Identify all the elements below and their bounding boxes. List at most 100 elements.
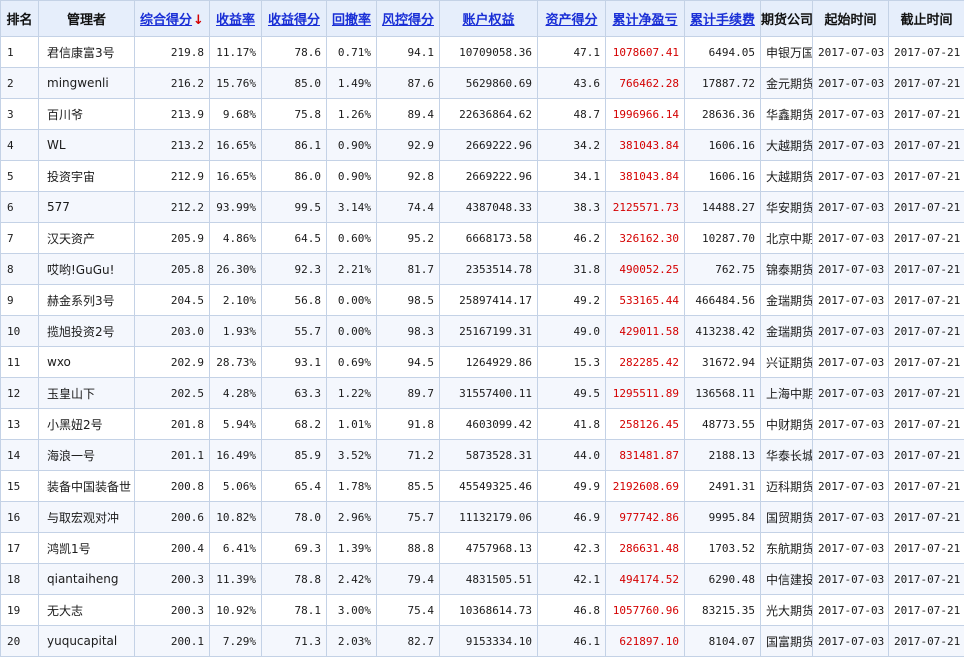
rank-cell: 15 <box>1 471 39 502</box>
equity-cell: 5629860.69 <box>440 68 538 99</box>
rank-cell: 19 <box>1 595 39 626</box>
rank-cell: 3 <box>1 99 39 130</box>
return-score-cell: 63.3 <box>262 378 327 409</box>
header-row: 排名 管理者 综合得分↓ 收益率 收益得分 回撤率 风控得分 账户权益 资产得分… <box>1 1 964 37</box>
return-rate-cell: 9.68% <box>210 99 262 130</box>
manager-link[interactable]: WL <box>39 130 135 161</box>
manager-link[interactable]: 装备中国装备世 <box>39 471 135 502</box>
risk-score-cell: 82.7 <box>377 626 440 657</box>
composite-score-cell: 202.5 <box>135 378 210 409</box>
company-cell: 东航期货 <box>761 533 813 564</box>
end-date-cell: 2017-07-21 <box>889 37 964 68</box>
equity-cell: 11132179.06 <box>440 502 538 533</box>
composite-score-cell: 203.0 <box>135 316 210 347</box>
composite-score-cell: 204.5 <box>135 285 210 316</box>
header-risk-score[interactable]: 风控得分 <box>377 1 440 37</box>
end-date-cell: 2017-07-21 <box>889 99 964 130</box>
header-return-score[interactable]: 收益得分 <box>262 1 327 37</box>
risk-score-cell: 79.4 <box>377 564 440 595</box>
drawdown-cell: 0.90% <box>327 161 377 192</box>
manager-link[interactable]: 小黑妞2号 <box>39 409 135 440</box>
manager-link[interactable]: 百川爷 <box>39 99 135 130</box>
manager-link[interactable]: qiantaiheng <box>39 564 135 595</box>
manager-link[interactable]: 投资宇宙 <box>39 161 135 192</box>
fee-cell: 1606.16 <box>685 130 761 161</box>
pnl-cell: 831481.87 <box>606 440 685 471</box>
risk-score-cell: 81.7 <box>377 254 440 285</box>
manager-link[interactable]: 无大志 <box>39 595 135 626</box>
drawdown-cell: 1.39% <box>327 533 377 564</box>
header-return-rate[interactable]: 收益率 <box>210 1 262 37</box>
pnl-cell: 621897.10 <box>606 626 685 657</box>
equity-cell: 31557400.11 <box>440 378 538 409</box>
table-row: 12玉皇山下202.54.28%63.31.22%89.731557400.11… <box>1 378 964 409</box>
return-rate-cell: 16.65% <box>210 161 262 192</box>
manager-link[interactable]: 赫金系列3号 <box>39 285 135 316</box>
return-rate-cell: 15.76% <box>210 68 262 99</box>
header-composite-score[interactable]: 综合得分↓ <box>135 1 210 37</box>
asset-score-cell: 49.9 <box>538 471 606 502</box>
manager-link[interactable]: 君信康富3号 <box>39 37 135 68</box>
header-equity[interactable]: 账户权益 <box>440 1 538 37</box>
manager-link[interactable]: 海浪一号 <box>39 440 135 471</box>
risk-score-cell: 75.7 <box>377 502 440 533</box>
composite-score-cell: 205.8 <box>135 254 210 285</box>
manager-link[interactable]: 汉天资产 <box>39 223 135 254</box>
table-row: 17鸿凯1号200.46.41%69.31.39%88.84757968.134… <box>1 533 964 564</box>
rank-cell: 18 <box>1 564 39 595</box>
start-date-cell: 2017-07-03 <box>813 471 889 502</box>
return-rate-cell: 5.94% <box>210 409 262 440</box>
asset-score-cell: 49.2 <box>538 285 606 316</box>
manager-link[interactable]: 揽旭投资2号 <box>39 316 135 347</box>
return-rate-cell: 26.30% <box>210 254 262 285</box>
return-score-cell: 68.2 <box>262 409 327 440</box>
company-cell: 中财期货 <box>761 409 813 440</box>
return-rate-cell: 11.17% <box>210 37 262 68</box>
table-row: 10揽旭投资2号203.01.93%55.70.00%98.325167199.… <box>1 316 964 347</box>
company-cell: 金瑞期货 <box>761 316 813 347</box>
company-cell: 锦泰期货 <box>761 254 813 285</box>
manager-link[interactable]: 哎哟!GuGu! <box>39 254 135 285</box>
equity-cell: 4603099.42 <box>440 409 538 440</box>
drawdown-cell: 1.49% <box>327 68 377 99</box>
risk-score-cell: 88.8 <box>377 533 440 564</box>
manager-link[interactable]: 与取宏观对冲 <box>39 502 135 533</box>
return-rate-cell: 16.49% <box>210 440 262 471</box>
equity-cell: 10709058.36 <box>440 37 538 68</box>
start-date-cell: 2017-07-03 <box>813 161 889 192</box>
manager-link[interactable]: wxo <box>39 347 135 378</box>
fee-cell: 136568.11 <box>685 378 761 409</box>
manager-link[interactable]: mingwenli <box>39 68 135 99</box>
equity-cell: 1264929.86 <box>440 347 538 378</box>
end-date-cell: 2017-07-21 <box>889 223 964 254</box>
header-pnl[interactable]: 累计净盈亏 <box>606 1 685 37</box>
start-date-cell: 2017-07-03 <box>813 347 889 378</box>
drawdown-cell: 0.71% <box>327 37 377 68</box>
manager-link[interactable]: 577 <box>39 192 135 223</box>
rank-cell: 12 <box>1 378 39 409</box>
header-drawdown[interactable]: 回撤率 <box>327 1 377 37</box>
table-row: 15装备中国装备世200.85.06%65.41.78%85.545549325… <box>1 471 964 502</box>
manager-link[interactable]: 玉皇山下 <box>39 378 135 409</box>
start-date-cell: 2017-07-03 <box>813 378 889 409</box>
header-fee[interactable]: 累计手续费 <box>685 1 761 37</box>
return-score-cell: 99.5 <box>262 192 327 223</box>
end-date-cell: 2017-07-21 <box>889 440 964 471</box>
return-score-cell: 86.1 <box>262 130 327 161</box>
fee-cell: 762.75 <box>685 254 761 285</box>
manager-link[interactable]: 鸿凯1号 <box>39 533 135 564</box>
rank-cell: 17 <box>1 533 39 564</box>
table-row: 6577212.293.99%99.53.14%74.44387048.3338… <box>1 192 964 223</box>
header-asset-score[interactable]: 资产得分 <box>538 1 606 37</box>
rank-cell: 7 <box>1 223 39 254</box>
company-cell: 华安期货 <box>761 192 813 223</box>
end-date-cell: 2017-07-21 <box>889 161 964 192</box>
manager-link[interactable]: yuqucapital <box>39 626 135 657</box>
asset-score-cell: 43.6 <box>538 68 606 99</box>
return-rate-cell: 4.28% <box>210 378 262 409</box>
pnl-cell: 766462.28 <box>606 68 685 99</box>
end-date-cell: 2017-07-21 <box>889 378 964 409</box>
return-rate-cell: 1.93% <box>210 316 262 347</box>
return-rate-cell: 7.29% <box>210 626 262 657</box>
rank-cell: 2 <box>1 68 39 99</box>
